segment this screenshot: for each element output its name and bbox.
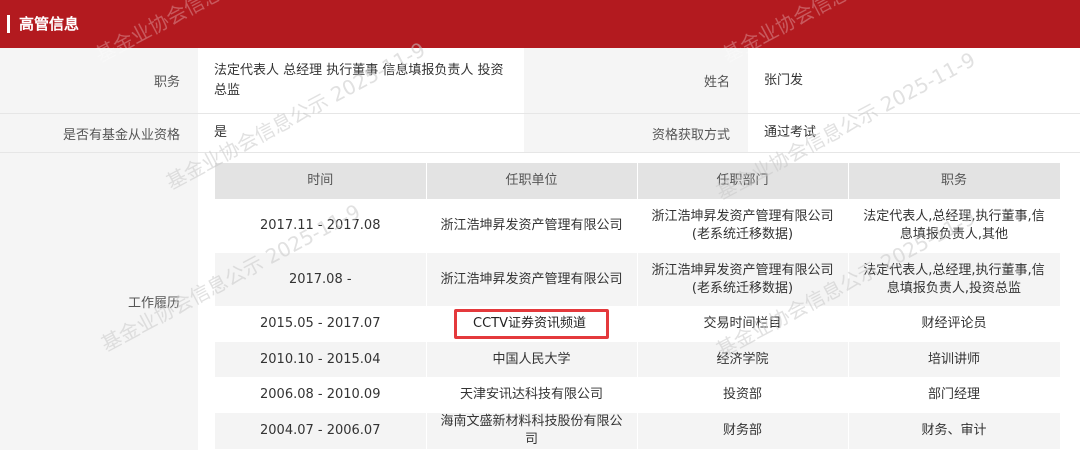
table-row: 2017.11 - 2017.08 浙江浩坤昇发资产管理有限公司 浙江浩坤昇发资… [215, 199, 1061, 253]
cell-role: 财务、审计 [848, 413, 1061, 449]
cell-time: 2015.05 - 2017.07 [215, 306, 427, 342]
column-header-unit: 任职单位 [426, 163, 638, 199]
position-label: 职务 [0, 48, 198, 113]
qualification-value: 是 [214, 125, 228, 140]
cell-unit: CCTV证券资讯频道 [426, 306, 638, 342]
work-history-table: 时间 任职单位 任职部门 职务 2017.11 - 2017.08 浙江浩坤昇发… [215, 163, 1061, 449]
cell-time: 2004.07 - 2006.07 [215, 413, 427, 449]
column-header-time: 时间 [215, 163, 427, 199]
cell-time: 2017.11 - 2017.08 [215, 199, 427, 253]
cell-unit: 中国人民大学 [426, 342, 638, 377]
table-header-row: 时间 任职单位 任职部门 职务 [215, 163, 1061, 199]
cell-unit: 浙江浩坤昇发资产管理有限公司 [426, 253, 638, 306]
cell-role: 法定代表人,总经理,执行董事,信息填报负责人,其他 [848, 199, 1061, 253]
cell-role: 财经评论员 [848, 306, 1061, 342]
column-header-role: 职务 [848, 163, 1061, 199]
column-header-dept: 任职部门 [637, 163, 849, 199]
cell-dept: 财务部 [637, 413, 849, 449]
cell-dept: 投资部 [637, 377, 849, 413]
section-title: 高管信息 [19, 15, 80, 33]
cell-role: 法定代表人,总经理,执行董事,信息填报负责人,投资总监 [848, 253, 1061, 306]
cell-time: 2017.08 - [215, 253, 427, 306]
section-header: 高管信息 [0, 0, 1080, 48]
cell-dept: 经济学院 [637, 342, 849, 377]
acquire-method-value: 通过考试 [764, 125, 817, 140]
name-label: 姓名 [524, 48, 748, 113]
cell-dept: 交易时间栏目 [637, 306, 849, 342]
table-row: 2010.10 - 2015.04 中国人民大学 经济学院 培训讲师 [215, 342, 1061, 377]
cell-role: 培训讲师 [848, 342, 1061, 377]
table-row: 2006.08 - 2010.09 天津安讯达科技有限公司 投资部 部门经理 [215, 377, 1061, 413]
cell-dept: 浙江浩坤昇发资产管理有限公司(老系统迁移数据) [637, 199, 849, 253]
qualification-label: 是否有基金从业资格 [0, 114, 198, 152]
acquire-method-label: 资格获取方式 [524, 114, 748, 152]
cell-dept: 浙江浩坤昇发资产管理有限公司(老系统迁移数据) [637, 253, 849, 306]
table-row: 2004.07 - 2006.07 海南文盛新材料科技股份有限公司 财务部 财务… [215, 413, 1061, 449]
cell-unit: 浙江浩坤昇发资产管理有限公司 [426, 199, 638, 253]
position-value: 法定代表人 总经理 执行董事 信息填报负责人 投资总监 [214, 62, 504, 98]
table-row: 2017.08 - 浙江浩坤昇发资产管理有限公司 浙江浩坤昇发资产管理有限公司(… [215, 253, 1061, 306]
cell-role: 部门经理 [848, 377, 1061, 413]
info-row-position: 职务 法定代表人 总经理 执行董事 信息填报负责人 投资总监 姓名 张门发 [0, 48, 1080, 114]
work-history-label: 工作履历 [0, 153, 198, 450]
name-value: 张门发 [764, 72, 804, 88]
highlight-box: CCTV证券资讯频道 [454, 309, 609, 339]
table-row: 2015.05 - 2017.07 CCTV证券资讯频道 交易时间栏目 财经评论… [215, 306, 1061, 342]
cell-unit: 天津安讯达科技有限公司 [426, 377, 638, 413]
cell-unit: 海南文盛新材料科技股份有限公司 [426, 413, 638, 449]
cell-time: 2010.10 - 2015.04 [215, 342, 427, 377]
header-accent-bar [7, 15, 10, 33]
cell-time: 2006.08 - 2010.09 [215, 377, 427, 413]
info-row-qualification: 是否有基金从业资格 是 资格获取方式 通过考试 [0, 114, 1080, 153]
